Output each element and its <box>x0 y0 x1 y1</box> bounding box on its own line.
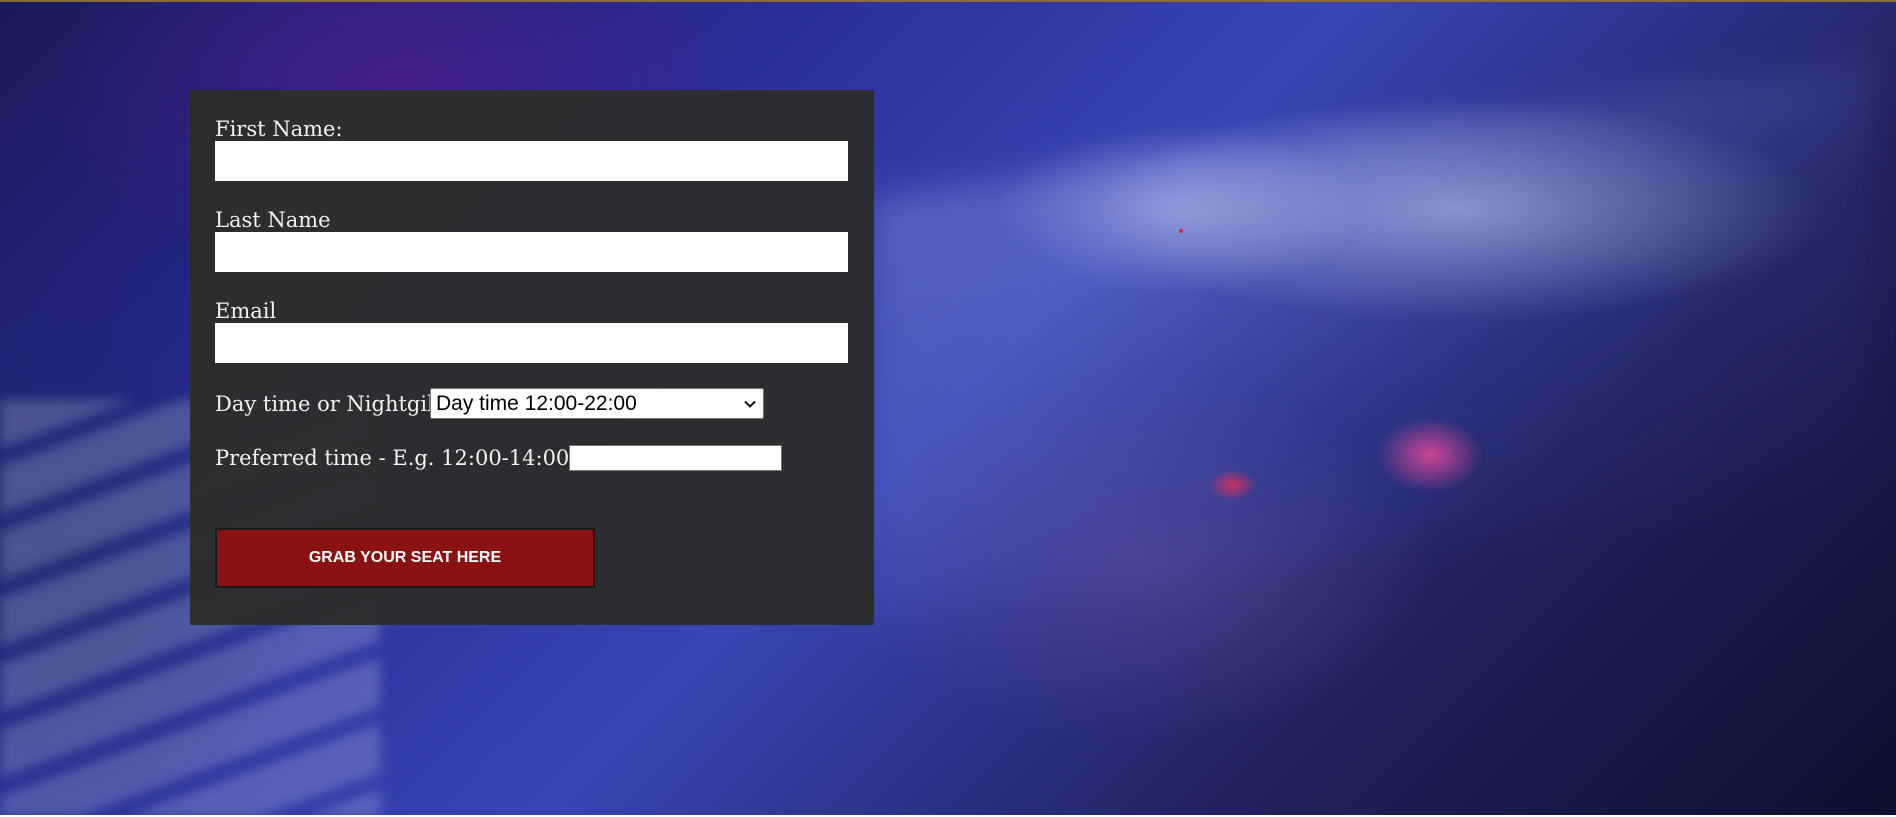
first-name-label: First Name: <box>215 117 343 141</box>
first-name-input[interactable] <box>215 141 848 181</box>
last-name-input[interactable] <box>215 232 848 272</box>
email-input[interactable] <box>215 323 848 363</box>
top-border <box>0 0 1896 2</box>
preferred-time-label: Preferred time - E.g. 12:00-14:00 <box>215 446 570 470</box>
preferred-time-input[interactable] <box>569 445 782 471</box>
email-label: Email <box>215 299 277 323</box>
shift-label: Day time or Nightgib <box>215 392 441 416</box>
shift-select[interactable]: Day time 12:00-22:00 <box>430 388 764 419</box>
grab-seat-button[interactable]: GRAB YOUR SEAT HERE <box>215 528 595 588</box>
chevron-down-icon <box>744 400 756 408</box>
last-name-label: Last Name <box>215 208 331 232</box>
shift-select-value: Day time 12:00-22:00 <box>436 392 637 415</box>
booking-form: First Name: Last Name Email Day time or … <box>190 90 874 625</box>
background-light-dot <box>1179 229 1183 233</box>
